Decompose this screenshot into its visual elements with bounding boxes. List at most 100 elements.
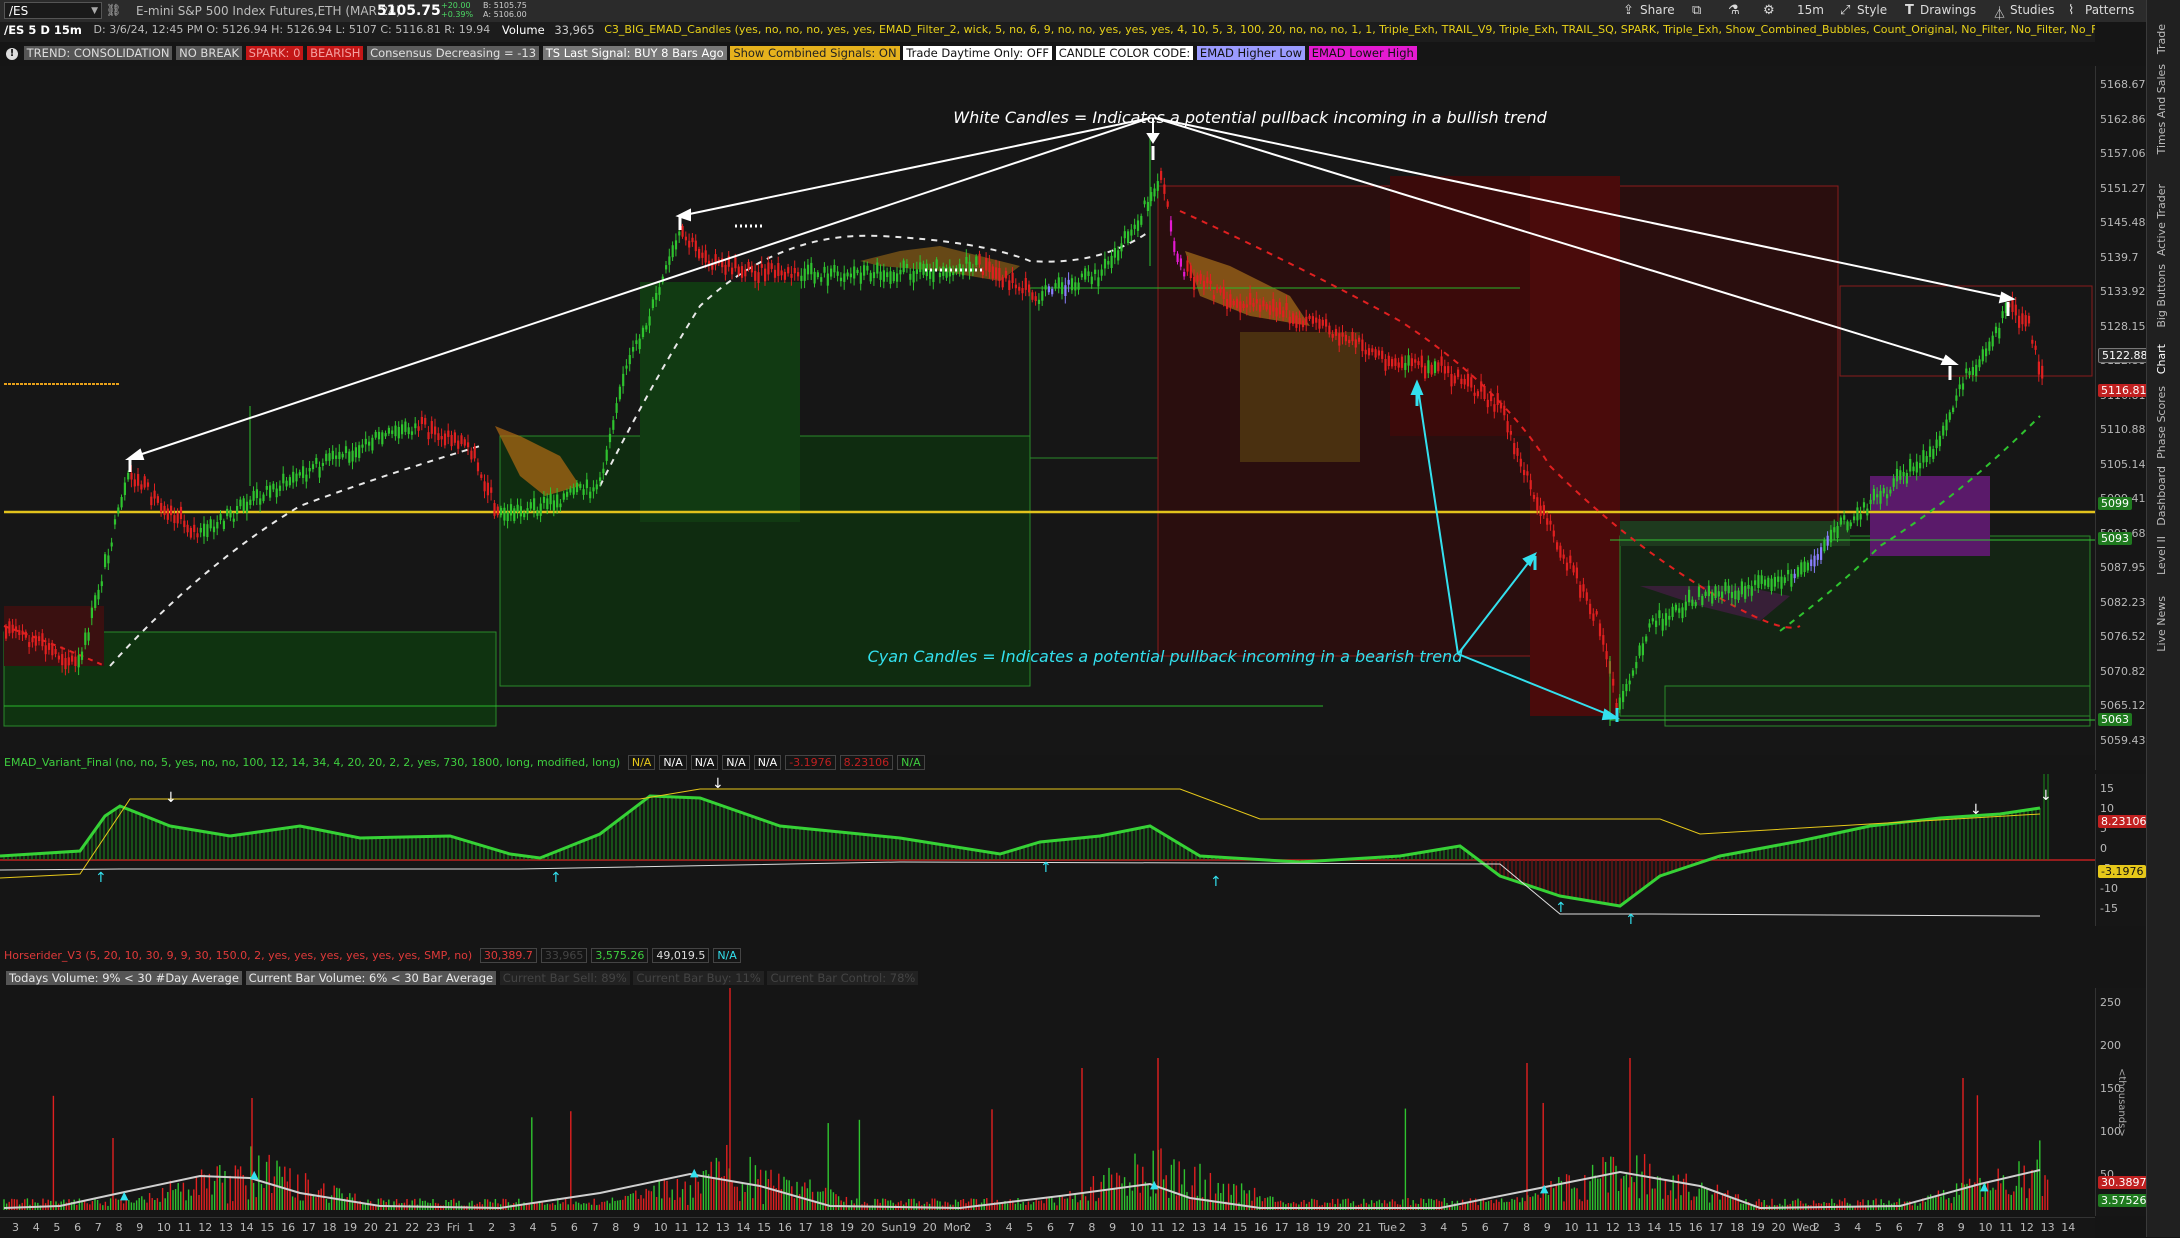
sidebar-tab-chart[interactable]: Chart — [2155, 344, 2168, 374]
candle-body — [1760, 575, 1763, 584]
candle-body — [1793, 573, 1796, 579]
candle-body — [1978, 359, 1981, 368]
candle-body — [1008, 280, 1011, 291]
candle-body — [1942, 425, 1945, 436]
candle-body — [1120, 243, 1123, 252]
time-axis-tick: 19 — [343, 1221, 358, 1234]
candle-body — [1490, 393, 1493, 402]
gear-icon[interactable]: ⚙ — [1763, 3, 1775, 18]
candle-body — [1361, 339, 1364, 352]
time-axis-tick: Sun — [881, 1221, 903, 1234]
sidebar-tab-active-trader[interactable]: Active Trader — [2155, 184, 2168, 256]
price-axis-tick: 5087.95 — [2100, 561, 2146, 574]
candle-body — [665, 265, 668, 270]
emad-oscillator[interactable]: ↓ ↓ ↓ ↓ ↑ ↑ ↑ ↑ ↑ ↑ — [0, 774, 2095, 926]
candle-body — [1717, 591, 1720, 597]
patterns-button[interactable]: Patterns — [2085, 3, 2134, 17]
emad-axis[interactable]: 151050-5-10-15 8.23106 -3.1976 — [2095, 774, 2150, 926]
sidebar-tab-phase-scores[interactable]: Phase Scores — [2155, 386, 2168, 459]
candle-body — [813, 271, 816, 284]
candle-body — [1136, 220, 1140, 231]
candle-body — [1328, 325, 1331, 335]
candle-body — [1922, 450, 1925, 463]
chart-pane[interactable]: /ES 5 D 15m D: 3/6/24, 12:45 PM O: 5126.… — [0, 22, 2152, 1238]
time-axis-tick: 16 — [1254, 1221, 1268, 1234]
candle-body — [348, 451, 351, 463]
white-annotation-text: White Candles = Indicates a potential pu… — [953, 108, 1547, 127]
volume-axis[interactable]: 250 200 150 100 50 <thousands> 30.3897 3.575… — [2095, 988, 2150, 1216]
candle-body — [1153, 188, 1156, 197]
candle-body — [1770, 578, 1773, 592]
sidebar-tab-dashboard[interactable]: Dashboard — [2155, 466, 2168, 526]
candle-body — [212, 526, 216, 533]
time-axis-tick: 22 — [405, 1221, 420, 1234]
sidebar-tab-level-ii[interactable]: Level II — [2155, 536, 2168, 575]
sidebar-tab-times-and-sales[interactable]: Times And Sales — [2155, 64, 2168, 154]
timeframe-button[interactable]: 15m — [1797, 3, 1824, 17]
share-button[interactable]: Share — [1640, 3, 1675, 17]
candle-body — [1635, 662, 1638, 669]
candle-body — [1011, 272, 1014, 283]
link-icon[interactable]: ⛓ — [106, 3, 121, 17]
screenshot-icon[interactable]: ⧉ — [1692, 3, 1701, 18]
volume-chart[interactable]: ▲ ▲ ▲ ▲ ▲ ▲ — [0, 988, 2095, 1216]
candle-body — [1057, 277, 1060, 289]
candle-body — [1463, 378, 1466, 385]
info-icon[interactable]: ! — [6, 47, 18, 60]
price-axis-tick: 5162.86 — [2100, 112, 2146, 126]
drawings-button[interactable]: Drawings — [1920, 3, 1976, 17]
candle-body — [648, 316, 651, 326]
candle-body — [731, 267, 734, 275]
study-params[interactable]: C3_BIG_EMAD_Candles (yes, no, no, no, ye… — [604, 23, 2095, 36]
sidebar-tab-live-news[interactable]: Live News — [2155, 596, 2168, 652]
candle-body — [1668, 615, 1671, 620]
emad-study-params[interactable]: EMAD_Variant_Final (no, no, 5, yes, no, … — [4, 756, 620, 769]
symbol-selector[interactable]: /ES ▼ — [4, 2, 102, 19]
studies-icon[interactable]: ⏃ — [1993, 3, 2006, 22]
candle-body — [744, 269, 747, 277]
time-axis-tick: 3 — [1419, 1221, 1427, 1234]
time-axis-tick: 18 — [322, 1221, 337, 1234]
price-chart[interactable]: White Candles = Indicates a potential pu… — [0, 66, 2095, 770]
candle-body — [1572, 565, 1575, 573]
candle-body — [1166, 201, 1169, 207]
candle-body — [1028, 284, 1031, 293]
candle-body — [1615, 702, 1618, 709]
candle-body — [886, 272, 889, 278]
bar-volume-label: Current Bar Volume: 6% < 30 Bar Average — [245, 971, 497, 985]
studies-button[interactable]: Studies — [2010, 3, 2055, 17]
candle-body — [272, 483, 275, 490]
emad-axis-tick: -15 — [2100, 902, 2118, 915]
candle-body — [1384, 358, 1387, 371]
time-axis[interactable]: 3 4 5 6 7 8 9 10 11 12 13 14 15 16 17 18 19 20 21 22 23 Fri 1 2… — [0, 1217, 2095, 1238]
emad-tag: N/A — [722, 755, 750, 770]
volume-signal-icon: ▲ — [690, 1166, 699, 1179]
net-change: +20.00 +0.39% — [441, 1, 474, 19]
style-button[interactable]: Style — [1857, 3, 1887, 17]
share-icon[interactable]: ⇪ — [1623, 3, 1634, 18]
patterns-icon[interactable]: ⌇ — [2068, 3, 2074, 18]
candle-body — [1585, 592, 1588, 601]
time-axis-tick: 19 — [1316, 1221, 1331, 1234]
volume-study-params[interactable]: Horserider_V3 (5, 20, 10, 30, 9, 9, 30, … — [4, 949, 472, 962]
candle-body — [1334, 328, 1338, 336]
sidebar-tab-big-buttons[interactable]: Big Buttons — [2155, 264, 2168, 328]
candle-body — [698, 248, 701, 259]
candle-body — [203, 523, 206, 537]
time-axis-tick: 7 — [591, 1221, 599, 1234]
sidebar-tab-trade[interactable]: Trade — [2155, 24, 2168, 54]
candle-body — [1466, 373, 1470, 387]
candle-body — [1103, 258, 1107, 269]
candle-body — [460, 435, 463, 445]
candle-body — [298, 472, 301, 476]
candle-body — [500, 507, 503, 516]
price-axis[interactable]: 5168.67 5162.86 5157.06 5151.27 5145.48 5139.… — [2095, 66, 2152, 770]
ohlc-readout: D: 3/6/24, 12:45 PM O: 5126.94 H: 5126.9… — [93, 23, 491, 36]
candle-body — [585, 479, 588, 489]
candle-body — [1193, 276, 1196, 290]
style-icon[interactable]: ⤢ — [1840, 3, 1850, 18]
candle-body — [1348, 339, 1351, 344]
drawings-icon[interactable]: T — [1905, 3, 1914, 18]
flask-icon[interactable]: ⚗ — [1728, 3, 1740, 18]
time-axis-tick: 4 — [1440, 1221, 1448, 1234]
